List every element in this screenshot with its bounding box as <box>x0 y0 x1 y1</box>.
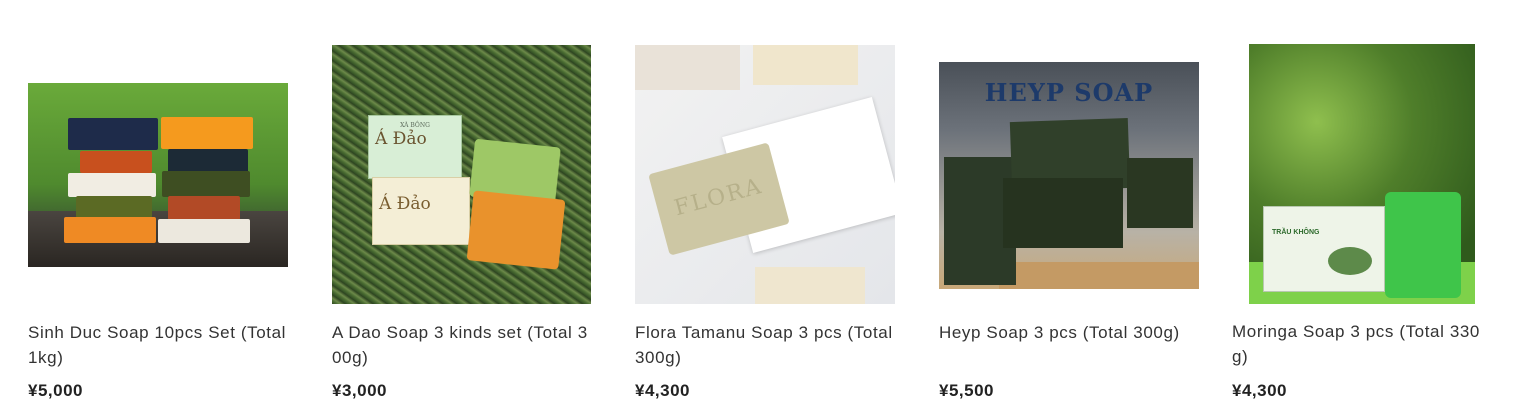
bar-engraved-text: FLORA <box>671 173 766 222</box>
product-title[interactable]: Moringa Soap 3 pcs (Total 330g) <box>1232 319 1494 369</box>
product-title[interactable]: A Dao Soap 3 kinds set (Total 300g) <box>332 320 594 370</box>
product-title[interactable]: Heyp Soap 3 pcs (Total 300g) <box>939 320 1201 345</box>
product-price: ¥3,000 <box>332 381 387 400</box>
product-title[interactable]: Sinh Duc Soap 10pcs Set (Total 1kg) <box>28 320 290 370</box>
product-image-flora[interactable]: FLORA <box>635 45 895 304</box>
product-image-moringa[interactable]: TRẦU KHÔNG <box>1249 44 1475 304</box>
box-name-text: Á Đảo <box>375 129 427 149</box>
box-label-text: TRẦU KHÔNG <box>1272 229 1320 236</box>
product-price: ¥4,300 <box>635 381 690 400</box>
product-image-a-dao[interactable]: XÀ BÔNG Á Đảo Á Đảo <box>332 45 591 304</box>
product-image-heyp[interactable]: HEYP SOAP <box>939 62 1199 289</box>
product-price: ¥5,000 <box>28 381 83 400</box>
product-price: ¥4,300 <box>1232 381 1287 400</box>
product-price: ¥5,500 <box>939 381 994 400</box>
product-image-sinh-duc[interactable] <box>28 83 288 267</box>
product-title[interactable]: Flora Tamanu Soap 3 pcs (Total 300g) <box>635 320 897 370</box>
banner-text: HEYP SOAP <box>984 78 1154 107</box>
box-brand-text: XÀ BÔNG <box>400 122 430 129</box>
